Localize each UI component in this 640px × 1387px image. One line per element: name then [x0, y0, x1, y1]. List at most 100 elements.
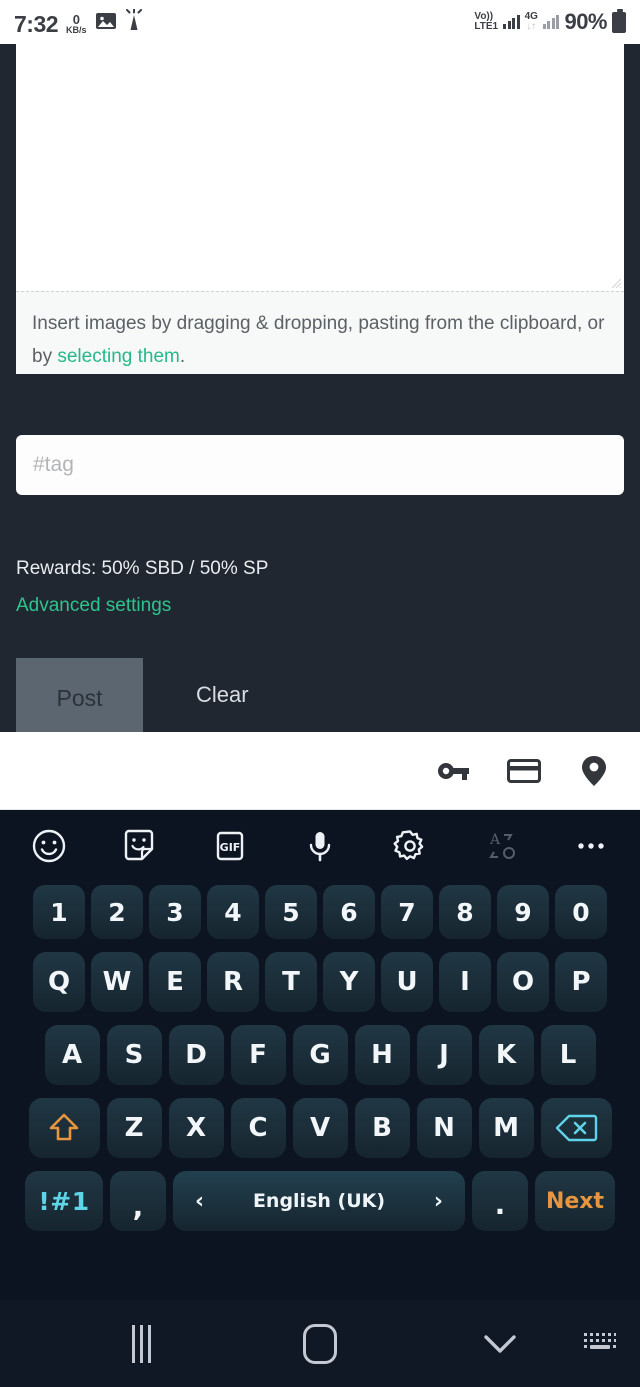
status-time: 7:32 — [14, 10, 59, 37]
key-n[interactable]: N — [416, 1098, 472, 1158]
key-4[interactable]: 4 — [207, 885, 259, 939]
image-icon — [95, 11, 117, 36]
translate-icon[interactable]: A — [478, 823, 524, 869]
post-editor-screen: Insert images by dragging & dropping, pa… — [0, 44, 640, 738]
space-key[interactable]: ‹ English (UK) › — [173, 1171, 465, 1231]
post-button[interactable]: Post — [16, 658, 143, 738]
settings-gear-icon[interactable] — [387, 823, 433, 869]
sticker-icon[interactable] — [116, 823, 162, 869]
key-g[interactable]: G — [292, 1025, 348, 1085]
password-key-icon[interactable] — [436, 753, 472, 789]
key-1[interactable]: 1 — [33, 885, 85, 939]
key-f[interactable]: F — [230, 1025, 286, 1085]
keyboard-row-top: Q W E R T Y U I O P — [0, 951, 640, 1013]
shift-arrow-icon — [49, 1113, 79, 1141]
gif-icon[interactable]: GIF — [207, 823, 253, 869]
backspace-icon — [555, 1114, 598, 1142]
backspace-key[interactable] — [540, 1098, 612, 1158]
microphone-icon[interactable] — [297, 823, 343, 869]
select-images-link[interactable]: selecting them — [57, 346, 180, 367]
clear-button[interactable]: Clear — [196, 682, 249, 708]
advanced-settings-link[interactable]: Advanced settings — [16, 595, 171, 617]
keyboard-row-bottom: Z X C V B N M — [0, 1097, 640, 1159]
key-p[interactable]: P — [555, 952, 607, 1012]
key-2[interactable]: 2 — [91, 885, 143, 939]
resize-grip-icon[interactable] — [612, 279, 621, 288]
flashlight-icon — [125, 8, 143, 36]
network-speed-unit: KB/s — [66, 24, 87, 35]
symbols-key[interactable]: !#1 — [25, 1171, 103, 1231]
key-0[interactable]: 0 — [555, 885, 607, 939]
key-l[interactable]: L — [540, 1025, 596, 1085]
key-m[interactable]: M — [478, 1098, 534, 1158]
svg-text:GIF: GIF — [219, 841, 240, 854]
shift-key[interactable] — [28, 1098, 100, 1158]
on-screen-keyboard: GIF A 1 2 3 4 5 6 7 8 9 0 Q W E R T Y U … — [0, 810, 640, 1300]
autofill-suggestion-bar — [0, 732, 640, 810]
key-6[interactable]: 6 — [323, 885, 375, 939]
image-drop-hint: Insert images by dragging & dropping, pa… — [16, 291, 624, 374]
network-speed: 0 KB/s — [66, 13, 87, 35]
key-q[interactable]: Q — [33, 952, 85, 1012]
key-r[interactable]: R — [207, 952, 259, 1012]
key-h[interactable]: H — [354, 1025, 410, 1085]
key-a[interactable]: A — [44, 1025, 100, 1085]
next-language-arrow[interactable]: › — [434, 1189, 443, 1214]
chevron-down-icon — [484, 1334, 516, 1353]
key-v[interactable]: V — [292, 1098, 348, 1158]
key-s[interactable]: S — [106, 1025, 162, 1085]
key-y[interactable]: Y — [323, 952, 375, 1012]
key-o[interactable]: O — [497, 952, 549, 1012]
key-7[interactable]: 7 — [381, 885, 433, 939]
drop-hint-period: . — [179, 346, 186, 368]
phone-screen: 7:32 0 KB/s Vo)) LTE1 4G ↓↑ 90% Insert i… — [0, 0, 640, 1387]
volte-indicator: Vo)) LTE1 — [474, 10, 499, 32]
keyboard-row-function: !#1 , ‹ English (UK) › . Next — [0, 1170, 640, 1232]
key-d[interactable]: D — [168, 1025, 224, 1085]
hide-keyboard-button[interactable] — [477, 1331, 523, 1357]
recents-icon — [131, 1324, 151, 1363]
credit-card-icon[interactable] — [506, 753, 542, 789]
more-options-icon[interactable] — [568, 823, 614, 869]
key-e[interactable]: E — [149, 952, 201, 1012]
key-t[interactable]: T — [265, 952, 317, 1012]
key-c[interactable]: C — [230, 1098, 286, 1158]
key-b[interactable]: B — [354, 1098, 410, 1158]
editor-container: Insert images by dragging & dropping, pa… — [16, 44, 624, 374]
recents-button[interactable] — [118, 1324, 164, 1363]
status-bar-right: Vo)) LTE1 4G ↓↑ 90% — [474, 8, 626, 35]
period-key[interactable]: . — [472, 1171, 528, 1231]
key-k[interactable]: K — [478, 1025, 534, 1085]
next-key[interactable]: Next — [535, 1171, 615, 1231]
key-3[interactable]: 3 — [149, 885, 201, 939]
battery-icon — [612, 8, 626, 33]
tag-input[interactable]: #tag — [16, 435, 624, 495]
drop-hint-line1: Insert images by dragging & dropping, pa… — [32, 313, 495, 334]
keyboard-switch-button[interactable] — [577, 1331, 623, 1357]
post-body-textarea[interactable] — [16, 44, 624, 291]
comma-key[interactable]: , — [110, 1171, 166, 1231]
system-navigation-bar — [0, 1300, 640, 1387]
key-u[interactable]: U — [381, 952, 433, 1012]
key-5[interactable]: 5 — [265, 885, 317, 939]
key-j[interactable]: J — [416, 1025, 472, 1085]
sim2-signal-icon — [542, 15, 560, 29]
keyboard-row-home: A S D F G H J K L — [0, 1024, 640, 1086]
status-bar-left: 7:32 0 KB/s — [14, 8, 143, 37]
tag-input-placeholder: #tag — [33, 453, 74, 476]
home-button[interactable] — [297, 1323, 343, 1364]
key-8[interactable]: 8 — [439, 885, 491, 939]
prev-language-arrow[interactable]: ‹ — [195, 1189, 204, 1214]
keyboard-row-numbers: 1 2 3 4 5 6 7 8 9 0 — [0, 884, 640, 940]
rewards-label: Rewards: 50% SBD / 50% SP — [16, 558, 269, 579]
key-w[interactable]: W — [91, 952, 143, 1012]
emoji-icon[interactable] — [26, 823, 72, 869]
key-9[interactable]: 9 — [497, 885, 549, 939]
key-x[interactable]: X — [168, 1098, 224, 1158]
status-bar: 7:32 0 KB/s Vo)) LTE1 4G ↓↑ 90% — [0, 0, 640, 44]
battery-percent: 90% — [564, 9, 607, 34]
key-z[interactable]: Z — [106, 1098, 162, 1158]
location-pin-icon[interactable] — [576, 753, 612, 789]
keyboard-language-label: English (UK) — [252, 1190, 386, 1212]
key-i[interactable]: I — [439, 952, 491, 1012]
